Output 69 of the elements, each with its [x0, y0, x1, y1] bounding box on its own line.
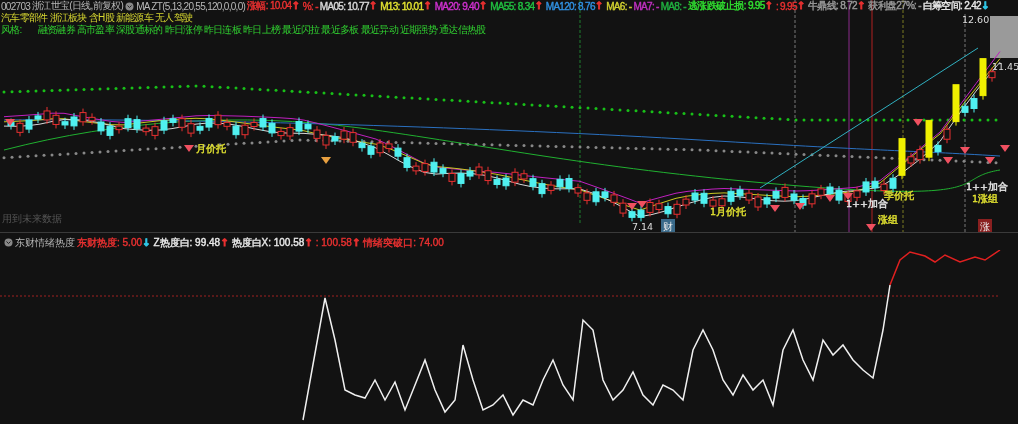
indicator-value: Z热度白: 99.48: [153, 235, 221, 250]
style-tag: 深股通标的: [116, 23, 163, 37]
style-tag: 最近闪拉: [282, 23, 320, 37]
indicator-value: 逃涨跌破止损: 9.95: [687, 0, 765, 13]
trend-arrow: ↑: [478, 0, 488, 12]
sector-tag: 含H股: [88, 11, 114, 25]
price-range-block: [990, 16, 1018, 58]
indicator-name: 东财情绪热度: [15, 235, 75, 250]
sector-tag: 汽车零部件: [1, 11, 48, 25]
indicator-value: : 9.95: [775, 0, 797, 12]
indicator-value: %: -: [302, 0, 318, 12]
sector-tag: 新能源车: [115, 11, 154, 25]
stock-code: 002703: [1, 0, 31, 12]
indicator-value: 涨幅: 10.04: [247, 0, 292, 13]
indicator-value: MA20: 9.40: [434, 0, 479, 12]
trend-arrow: ↑: [220, 236, 229, 249]
collapse-icon[interactable]: [125, 1, 135, 11]
indicator-value: MA05: 10.77: [319, 0, 369, 12]
chart-annotation: 月价托: [196, 143, 226, 154]
chart-annotation: 1++加合: [846, 198, 888, 209]
chart-annotation: 1++加合: [966, 181, 1008, 192]
indicator-value: MA120: 8.76: [545, 0, 595, 12]
indicator-name: MA ZT(5,13,20,55,120,0,0,0): [136, 0, 246, 12]
indicator-value: MA8: -: [660, 0, 686, 12]
chart-annotation: 1涨组: [972, 193, 999, 204]
chart-badge: 涨: [978, 219, 992, 232]
indicator-value: M13: 10.01: [380, 0, 424, 12]
trend-arrow: ↑: [423, 0, 432, 12]
style-tag: 通达信热股: [439, 23, 486, 37]
indicator-value: 获利盘27%: -: [868, 0, 921, 13]
indicator-value: 情绪突破口: 74.00: [363, 235, 444, 250]
indicator-value: MA6: -: [606, 0, 632, 12]
indicator-value: 热度白X: 100.58: [231, 235, 305, 250]
chart-annotation: 涨组: [878, 214, 898, 225]
style-tag: 近期强势: [399, 23, 438, 37]
trend-arrow: ↑: [291, 0, 300, 12]
trend-arrow: ↑: [764, 0, 773, 12]
trend-arrow: ↓: [142, 236, 151, 249]
indicator-value: 牛鼎线: 8.72: [808, 0, 857, 13]
price-label: 12.60: [962, 14, 990, 25]
chart-annotation: 1月价托: [710, 206, 747, 217]
trend-arrow: ↑: [796, 0, 806, 12]
trend-arrow: ↑: [856, 0, 866, 12]
trend-arrow: ↑: [304, 236, 313, 249]
style-tag: 昨日上榜: [243, 23, 281, 37]
indicator-value: 白筹空间: 2.42: [922, 0, 981, 13]
style-label: 风格:: [1, 23, 22, 37]
trend-arrow: ↓: [980, 0, 990, 12]
indicator-value: : 100.58: [315, 237, 352, 248]
trend-arrow: ↑: [594, 0, 604, 12]
collapse-icon[interactable]: [4, 238, 13, 247]
style-tag: 昨日连板: [203, 23, 241, 37]
trend-arrow: ↑: [534, 0, 543, 12]
style-tag: 融资融券: [37, 23, 75, 37]
style-tag: 昨日涨停: [164, 23, 202, 37]
style-tag: 最近异动: [360, 23, 398, 37]
trend-arrow: ↑: [368, 0, 378, 12]
price-label: 7.14: [632, 221, 654, 232]
sector-tag: 无人驾驶: [155, 11, 193, 25]
stock-name: 浙江世宝(日线,前复权): [32, 0, 124, 12]
indicator-value: 东财热度: 5.00: [77, 235, 143, 250]
sector-tag: 浙江板块: [49, 11, 87, 25]
trend-arrow: ↑: [351, 236, 361, 249]
style-tag: 高市盈率: [76, 23, 115, 37]
chart-annotation: 季价托: [884, 190, 914, 201]
indicator-value: MA7: -: [633, 0, 659, 12]
style-tag: 最近多板: [321, 23, 359, 37]
indicator-value: MA55: 8.34: [490, 0, 535, 12]
chart-badge: 财: [661, 219, 675, 232]
